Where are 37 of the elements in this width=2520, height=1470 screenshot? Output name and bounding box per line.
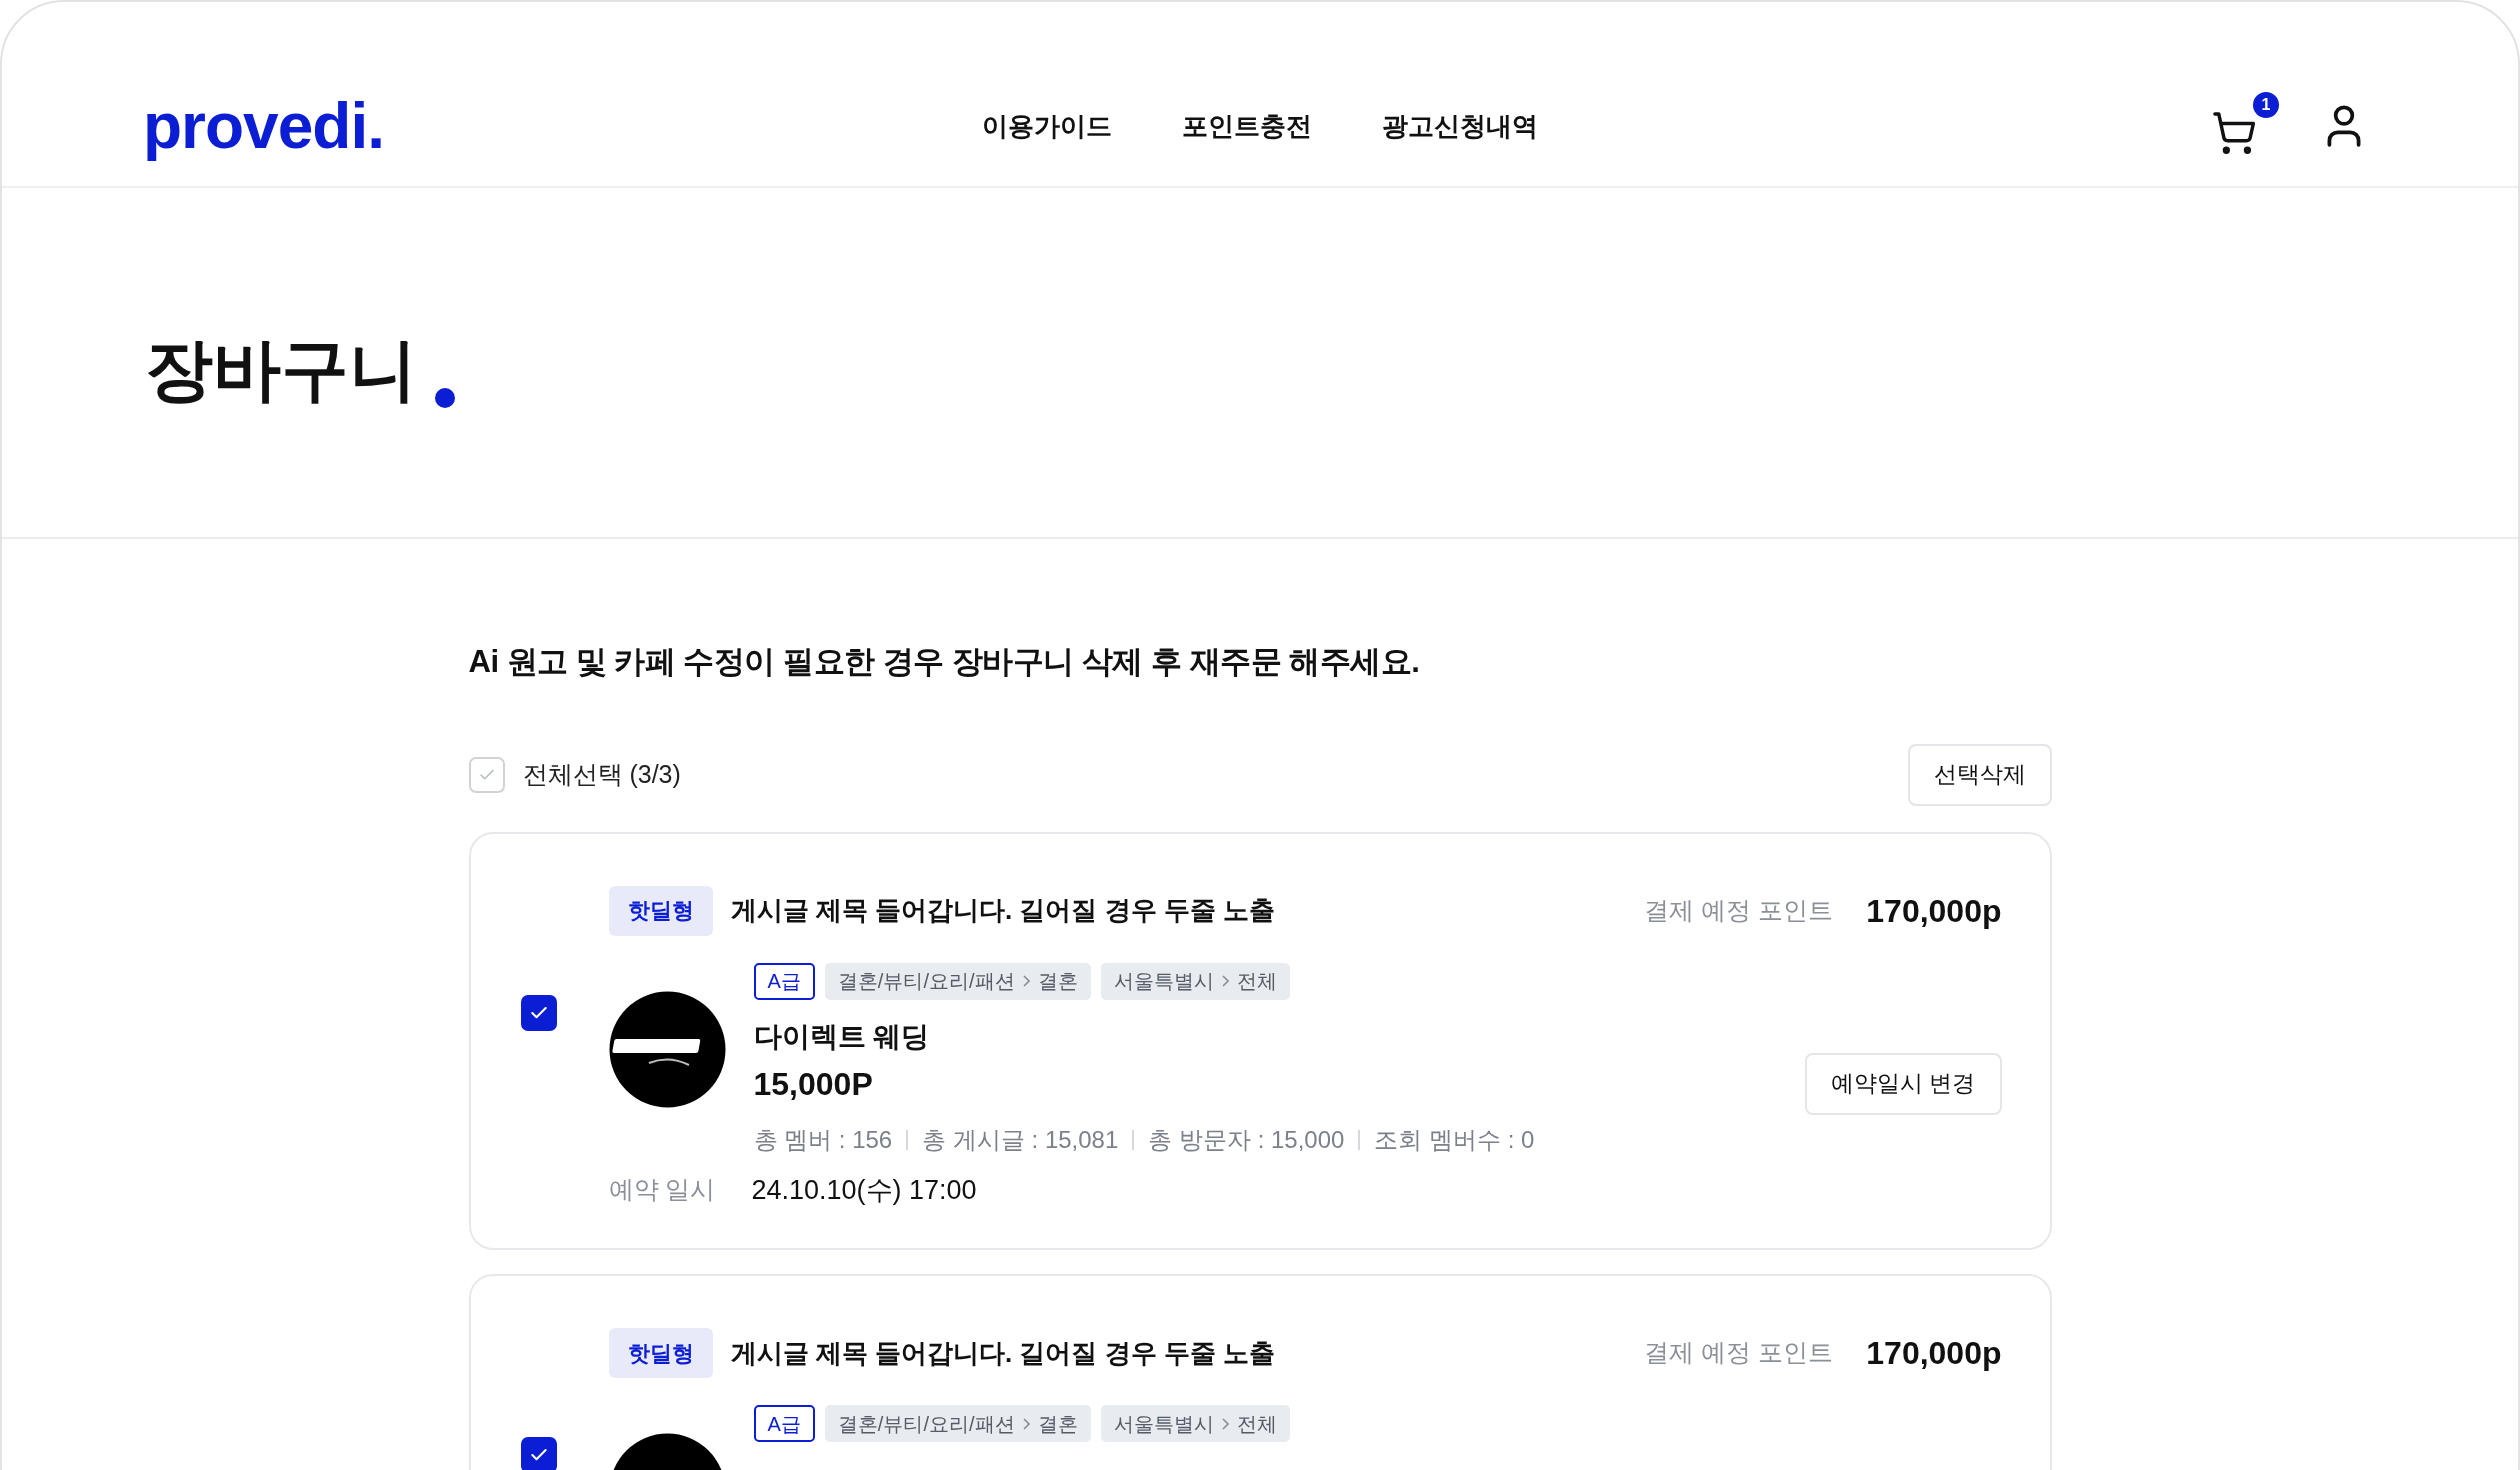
page-title: 장바구니 <box>145 330 417 409</box>
chip-text: 서울특별시 <box>1113 969 1214 994</box>
post-title: 게시글 제목 들어갑니다. 길어질 경우 두줄 노출 <box>730 894 1276 927</box>
post-title: 게시글 제목 들어갑니다. 길어질 경우 두줄 노출 <box>730 1336 1276 1370</box>
stat-text: 총 방문자 : 15,000 <box>1148 1124 1345 1155</box>
chip-text: 결혼/뷰티/요리/패션 <box>837 969 1015 994</box>
points-label: 결제 예정 포인트 <box>1644 1337 1834 1369</box>
chip-text: 결혼/뷰티/요리/패션 <box>837 1411 1015 1437</box>
chip-text: 결혼 <box>1037 1411 1078 1437</box>
nav-link[interactable]: 포인트충전 <box>1182 106 1312 146</box>
delete-selected-button[interactable]: 선택삭제 <box>1907 743 2052 806</box>
points-value: 170,000p <box>1866 1334 2002 1373</box>
grade-badge: A급 <box>753 1405 815 1442</box>
type-badge: 핫딜형 <box>608 885 713 936</box>
reservation-label: 예약 일시 <box>608 1174 716 1205</box>
points-value: 170,000p <box>1866 891 2002 931</box>
select-all-label[interactable]: 전체선택 (3/3) <box>522 755 681 794</box>
chip-text: 서울특별시 <box>1113 1411 1214 1437</box>
cafe-name: 다이렉트 웨딩 <box>753 1019 931 1054</box>
stat-text: 총 게시글 : 15,081 <box>922 1124 1119 1155</box>
chip-text: 전체 <box>1236 969 1277 994</box>
cafe-price: 15,000P <box>753 1064 874 1104</box>
grade-badge: A급 <box>753 962 815 1000</box>
points-label: 결제 예정 포인트 <box>1644 894 1834 926</box>
logo[interactable]: provedi. <box>143 78 888 174</box>
nav-link[interactable]: 광고신청내역 <box>1382 106 1538 146</box>
stat-text: 조회 멤버수 : 0 <box>1374 1124 1535 1155</box>
chip-text: 전체 <box>1236 1411 1277 1437</box>
change-date-button[interactable]: 예약일시 변경 <box>1805 1052 2002 1115</box>
cart-button[interactable]: 1 <box>2211 92 2279 160</box>
notice-text: Ai 원고 및 카페 수정이 필요한 경우 장바구니 삭제 후 재주문 해주세요. <box>468 643 1421 681</box>
nav-link[interactable]: 이용가이드 <box>982 106 1112 146</box>
cart-count-badge: 1 <box>2253 92 2279 118</box>
reservation-value: 24.10.10(수) 17:00 <box>751 1173 977 1207</box>
chip-text: 결혼 <box>1037 969 1078 994</box>
type-badge: 핫딜형 <box>608 1328 713 1378</box>
stat-text: 총 멤버 : 156 <box>753 1124 893 1155</box>
